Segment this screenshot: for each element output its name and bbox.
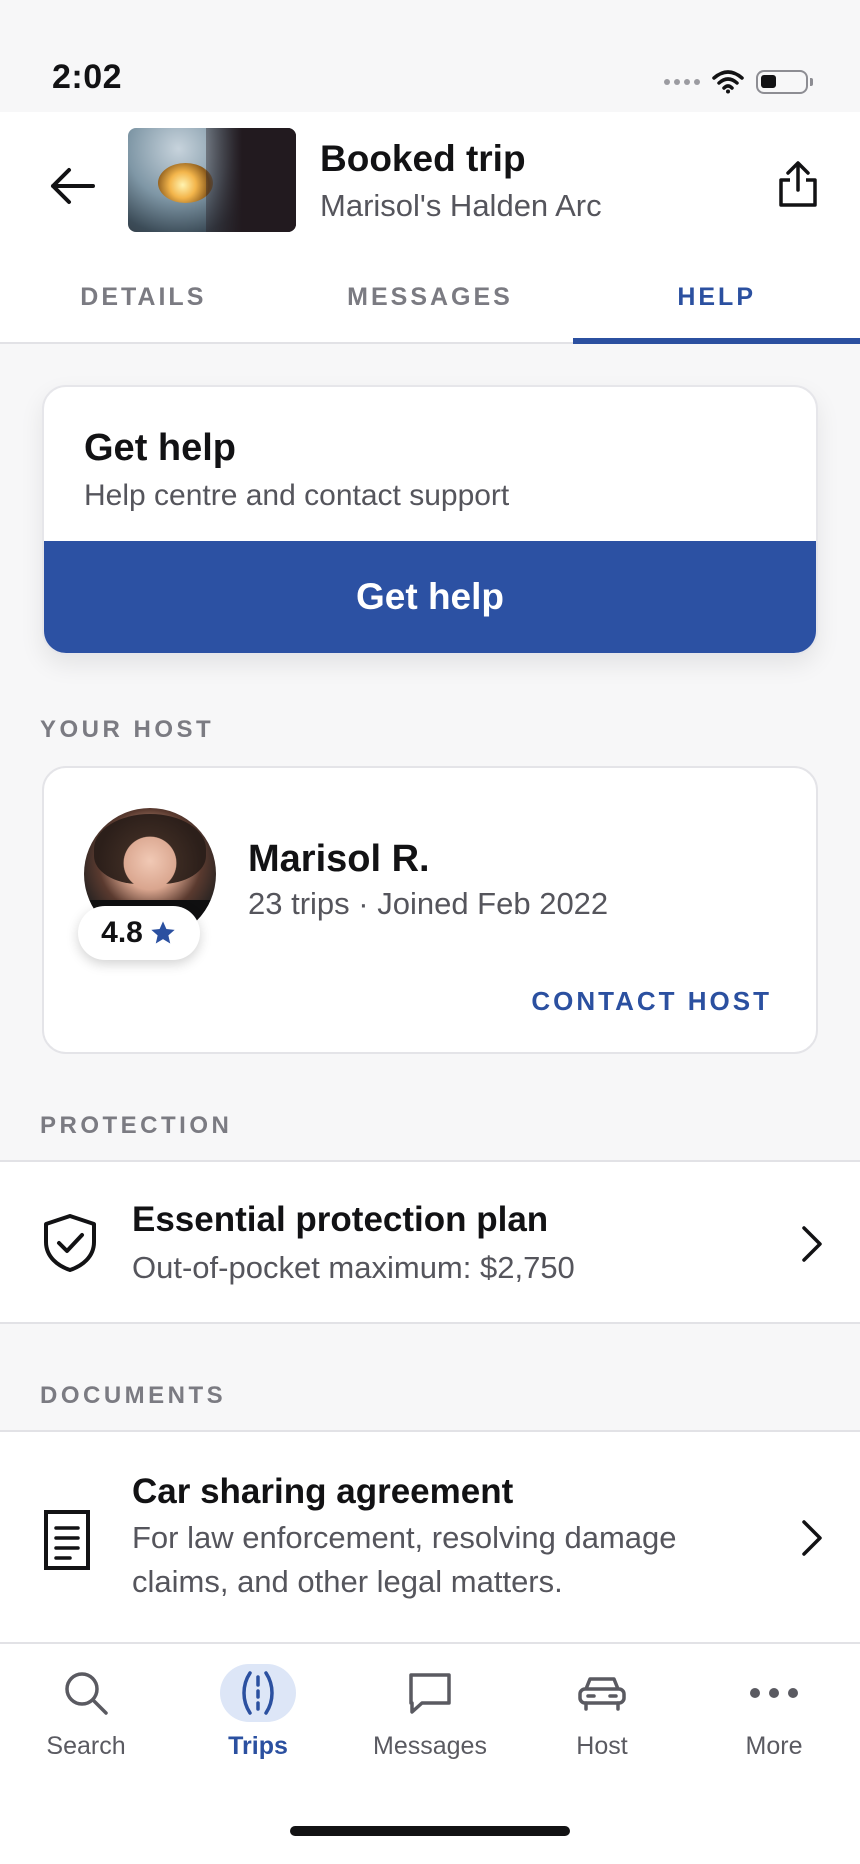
wifi-icon <box>712 70 744 94</box>
vehicle-thumbnail <box>128 128 296 232</box>
share-button[interactable] <box>766 152 830 216</box>
message-icon <box>409 1673 451 1714</box>
status-bar: 2:02 <box>0 0 860 112</box>
trip-header: Booked trip Marisol's Halden Arc <box>0 112 860 252</box>
battery-icon <box>756 70 813 94</box>
host-name: Marisol R. <box>248 838 430 880</box>
nav-search[interactable]: Search <box>0 1644 172 1774</box>
documents-section-label: DOCUMENTS <box>40 1382 227 1409</box>
arrow-left-icon <box>51 168 95 204</box>
search-icon <box>65 1672 108 1715</box>
get-help-button[interactable]: Get help <box>44 541 816 653</box>
agreement-title: Car sharing agreement <box>132 1472 514 1511</box>
help-card-subtitle: Help centre and contact support <box>84 479 510 512</box>
star-icon <box>151 921 175 944</box>
page-title: Booked trip <box>320 138 526 179</box>
agreement-subtitle: For law enforcement, resolving damage cl… <box>132 1520 677 1599</box>
contact-host-button[interactable]: CONTACT HOST <box>531 986 772 1017</box>
trips-road-icon <box>242 1671 274 1715</box>
host-meta: 23 trips · Joined Feb 2022 <box>248 886 609 921</box>
home-indicator[interactable] <box>290 1826 570 1836</box>
chevron-right-icon <box>802 1226 822 1262</box>
status-time: 2:02 <box>52 58 123 96</box>
host-card: 4.8 Marisol R. 23 trips · Joined Feb 202… <box>42 766 818 1054</box>
nav-host[interactable]: Host <box>516 1644 688 1774</box>
car-icon <box>578 1677 626 1711</box>
host-rating-badge: 4.8 <box>78 906 200 960</box>
host-rating-value: 4.8 <box>101 916 143 949</box>
nav-messages[interactable]: Messages <box>344 1644 516 1774</box>
trip-tabs: DETAILS MESSAGES HELP <box>0 252 860 344</box>
nav-host-label: Host <box>576 1732 628 1760</box>
your-host-section-label: YOUR HOST <box>40 716 215 743</box>
shield-check-icon <box>44 1214 96 1272</box>
nav-more-label: More <box>745 1732 803 1760</box>
nav-more[interactable]: More <box>688 1644 860 1774</box>
nav-trips[interactable]: Trips <box>172 1644 344 1774</box>
document-icon <box>44 1510 90 1570</box>
status-icons <box>664 70 813 94</box>
cellular-signal-icon <box>664 79 700 85</box>
chevron-right-icon <box>802 1520 822 1556</box>
protection-section-label: PROTECTION <box>40 1112 233 1139</box>
back-button[interactable] <box>40 154 104 218</box>
protection-plan-row[interactable]: Essential protection plan Out-of-pocket … <box>0 1160 860 1324</box>
tab-details[interactable]: DETAILS <box>0 252 287 342</box>
get-help-card: Get help Help centre and contact support… <box>42 385 818 655</box>
nav-messages-label: Messages <box>373 1732 487 1760</box>
nav-trips-label: Trips <box>228 1732 288 1760</box>
protection-plan-title: Essential protection plan <box>132 1200 549 1239</box>
vehicle-name: Marisol's Halden Arc <box>320 188 602 223</box>
tab-help[interactable]: HELP <box>573 252 860 344</box>
share-icon <box>779 161 817 207</box>
car-sharing-agreement-row[interactable]: Car sharing agreement For law enforcemen… <box>0 1430 860 1642</box>
protection-plan-subtitle: Out-of-pocket maximum: $2,750 <box>132 1250 575 1285</box>
nav-search-label: Search <box>46 1732 126 1760</box>
help-card-title: Get help <box>84 427 237 469</box>
tab-messages[interactable]: MESSAGES <box>287 252 574 342</box>
more-dots-icon <box>750 1688 798 1698</box>
